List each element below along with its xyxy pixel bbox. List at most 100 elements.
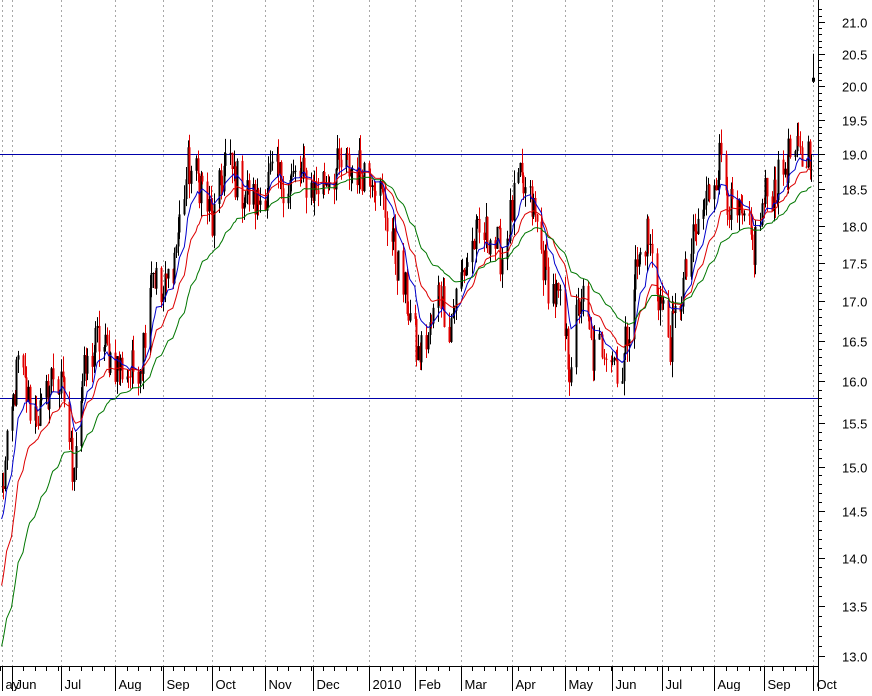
candle-body — [463, 269, 466, 276]
candle-body — [705, 190, 708, 206]
candle-body — [529, 186, 532, 188]
candle-body — [397, 250, 400, 281]
x-tick-label: Feb — [419, 677, 441, 691]
candle-body — [195, 158, 198, 171]
candle-body — [478, 218, 481, 233]
candle-body — [568, 369, 571, 383]
candle-body — [2, 486, 5, 489]
candle-body — [71, 437, 74, 482]
candle-body — [805, 166, 808, 168]
candle-body — [287, 193, 290, 204]
candle-body — [425, 335, 428, 350]
candle-body — [12, 394, 15, 407]
y-tick-label: 15.5 — [842, 417, 867, 432]
candle-body — [292, 171, 295, 174]
candle-body — [613, 357, 616, 361]
x-tick-label: Mar — [465, 677, 488, 691]
y-tick-label: 19.5 — [842, 114, 867, 129]
candle-body — [547, 266, 550, 304]
candle-body — [271, 161, 274, 164]
candle-body — [639, 252, 642, 255]
candle-body — [483, 232, 486, 241]
candle-body — [784, 168, 787, 175]
candle-body — [313, 181, 316, 201]
candle-body — [450, 318, 453, 342]
candle-body — [386, 217, 389, 232]
candle-body — [807, 141, 810, 168]
candle-body — [669, 337, 672, 362]
candle-body — [415, 318, 418, 361]
chart: ay Jun Jul Aug Sep Oct Nov Dec 2010 Feb Mar Apr May J… — [0, 0, 872, 692]
candle-body — [751, 234, 754, 237]
candle-body — [409, 313, 412, 321]
candle-body — [690, 253, 693, 277]
candle-body — [6, 430, 9, 461]
candle-body — [218, 170, 221, 204]
candle-body — [801, 147, 804, 167]
candle-body — [75, 446, 78, 468]
candle-body — [570, 367, 573, 383]
x-tick-label: Oct — [216, 677, 237, 691]
candle-body — [720, 142, 723, 155]
candle-body — [448, 326, 451, 342]
candle-body — [461, 269, 464, 273]
candle-body — [736, 199, 739, 216]
candle-body — [685, 259, 688, 277]
candle-body — [98, 325, 101, 352]
candle-body — [473, 240, 476, 250]
candle-body — [384, 194, 387, 218]
candle-body — [25, 377, 28, 402]
candle-body — [582, 285, 585, 302]
candle-body — [40, 397, 43, 401]
y-tick-label: 15.0 — [842, 461, 867, 476]
candle-body — [672, 311, 675, 314]
candle-body — [555, 283, 558, 305]
candle-body — [15, 359, 18, 405]
candle-body — [471, 240, 474, 263]
candle-body — [224, 153, 227, 166]
candle-body — [542, 249, 545, 281]
candle-body — [58, 393, 61, 395]
candle-body — [150, 273, 153, 288]
candle-body — [674, 305, 677, 314]
candle-body — [713, 185, 716, 200]
x-tick-label: Apr — [516, 677, 537, 691]
candle-body — [137, 371, 140, 384]
candle-body — [659, 295, 662, 311]
candle-body — [45, 380, 48, 398]
candle-body — [626, 326, 629, 347]
candle-body — [175, 246, 178, 253]
candle-body — [741, 210, 744, 216]
candle-body — [511, 200, 514, 221]
x-tick-label: Jun — [16, 677, 37, 691]
y-tick-label: 16.5 — [842, 335, 867, 350]
candle-body — [336, 148, 339, 169]
x-tick-label: 2010 — [373, 677, 402, 691]
candle-body — [703, 205, 706, 210]
candle-body — [259, 200, 262, 205]
candle-body — [167, 268, 170, 279]
candle-body — [443, 286, 446, 327]
candle-body — [743, 213, 746, 216]
candle-body — [438, 284, 441, 297]
candle-body — [559, 289, 562, 291]
candle-body — [649, 243, 652, 245]
candle-body — [81, 381, 84, 401]
candle-body — [254, 183, 257, 215]
candle-body — [290, 173, 293, 181]
candle-body — [213, 203, 216, 236]
candle-body — [545, 250, 548, 267]
candle-body — [50, 368, 53, 387]
candle-body — [427, 334, 430, 350]
y-tick-label: 21.0 — [842, 16, 867, 31]
candle-body — [616, 360, 619, 384]
candle-body — [73, 467, 76, 482]
candle-body — [402, 250, 405, 295]
candle-body — [392, 228, 395, 242]
candle-body — [208, 199, 211, 212]
candle-body — [234, 166, 237, 198]
candle-body — [277, 154, 280, 174]
candle-body — [634, 259, 637, 290]
candle-body — [540, 221, 543, 250]
candle-body — [524, 187, 527, 194]
